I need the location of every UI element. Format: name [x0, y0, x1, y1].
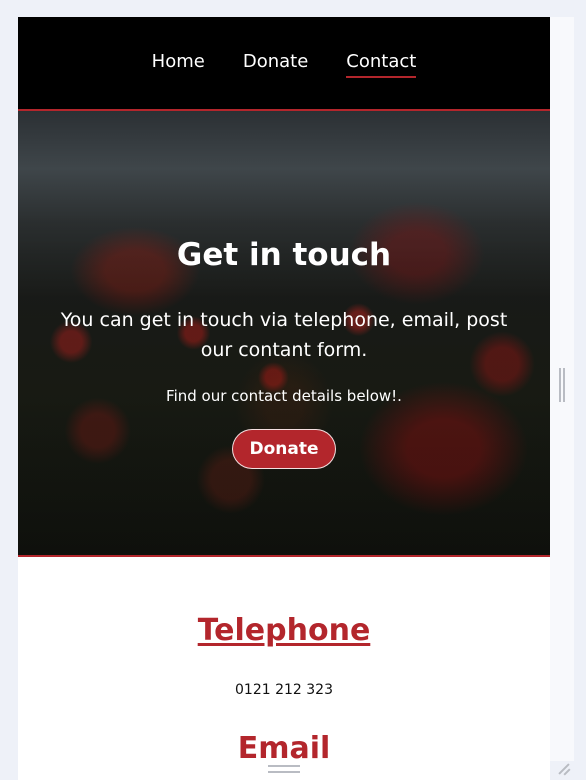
- nav-contact-link[interactable]: Contact: [346, 50, 417, 78]
- top-navigation: Home Donate Contact: [18, 17, 550, 111]
- horizontal-resize-handle[interactable]: [268, 765, 300, 773]
- vertical-scrollbar-handle[interactable]: [559, 368, 565, 402]
- nav-donate-link[interactable]: Donate: [243, 50, 308, 77]
- hero-title: Get in touch: [176, 237, 392, 273]
- resize-grip-icon[interactable]: [554, 761, 570, 777]
- browser-viewport: Home Donate Contact Get in touch You can…: [18, 17, 550, 780]
- telephone-heading[interactable]: Telephone: [18, 611, 550, 651]
- telephone-number: 0121 212 323: [235, 682, 333, 698]
- nav-home-link[interactable]: Home: [152, 50, 205, 77]
- contact-details-section: Telephone 0121 212 323 Email: [18, 557, 550, 780]
- email-heading: Email: [237, 731, 331, 766]
- contact-hero: Get in touch You can get in touch via te…: [18, 111, 550, 557]
- hero-donate-button[interactable]: Donate: [232, 429, 336, 469]
- hero-subtitle: You can get in touch via telephone, emai…: [60, 309, 508, 361]
- hero-note: Find our contact details below!.: [166, 387, 402, 405]
